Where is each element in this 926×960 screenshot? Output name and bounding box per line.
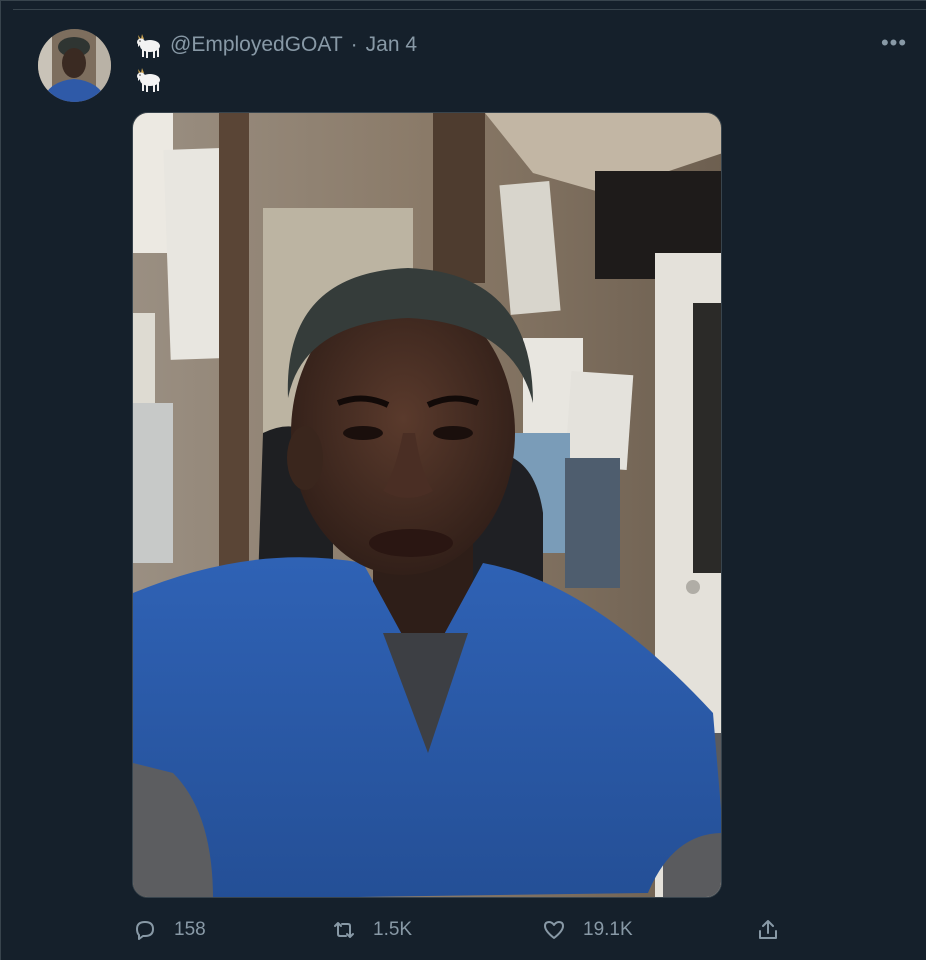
tweet-actions: 158 1.5K 19.1K <box>1 917 926 951</box>
reply-button[interactable]: 158 <box>132 917 206 943</box>
heart-icon <box>541 917 567 943</box>
tweet-card[interactable]: @EmployedGOAT · Jan 4 ••• 158 1.5K 19.1K <box>0 0 926 960</box>
user-handle[interactable]: @EmployedGOAT <box>170 33 343 57</box>
avatar[interactable] <box>38 29 111 102</box>
retweet-count: 1.5K <box>373 919 413 940</box>
tweet-header: @EmployedGOAT · Jan 4 <box>132 31 417 59</box>
tweet-media[interactable] <box>132 112 722 898</box>
header-separator: · <box>350 33 358 56</box>
retweet-icon <box>331 917 357 943</box>
like-button[interactable]: 19.1K <box>541 917 633 943</box>
reply-icon <box>132 917 158 943</box>
share-icon <box>755 917 781 943</box>
divider <box>13 9 926 10</box>
tweet-text <box>132 65 162 98</box>
goat-icon <box>132 65 162 93</box>
share-button[interactable] <box>755 917 781 943</box>
reply-count: 158 <box>174 919 206 940</box>
retweet-button[interactable]: 1.5K <box>331 917 412 943</box>
goat-icon <box>132 31 162 59</box>
selfie-photo <box>133 113 721 897</box>
tweet-date[interactable]: Jan 4 <box>366 33 417 57</box>
more-icon: ••• <box>880 30 908 55</box>
avatar-image <box>38 29 111 102</box>
like-count: 19.1K <box>583 919 633 940</box>
more-options-button[interactable]: ••• <box>880 30 908 55</box>
